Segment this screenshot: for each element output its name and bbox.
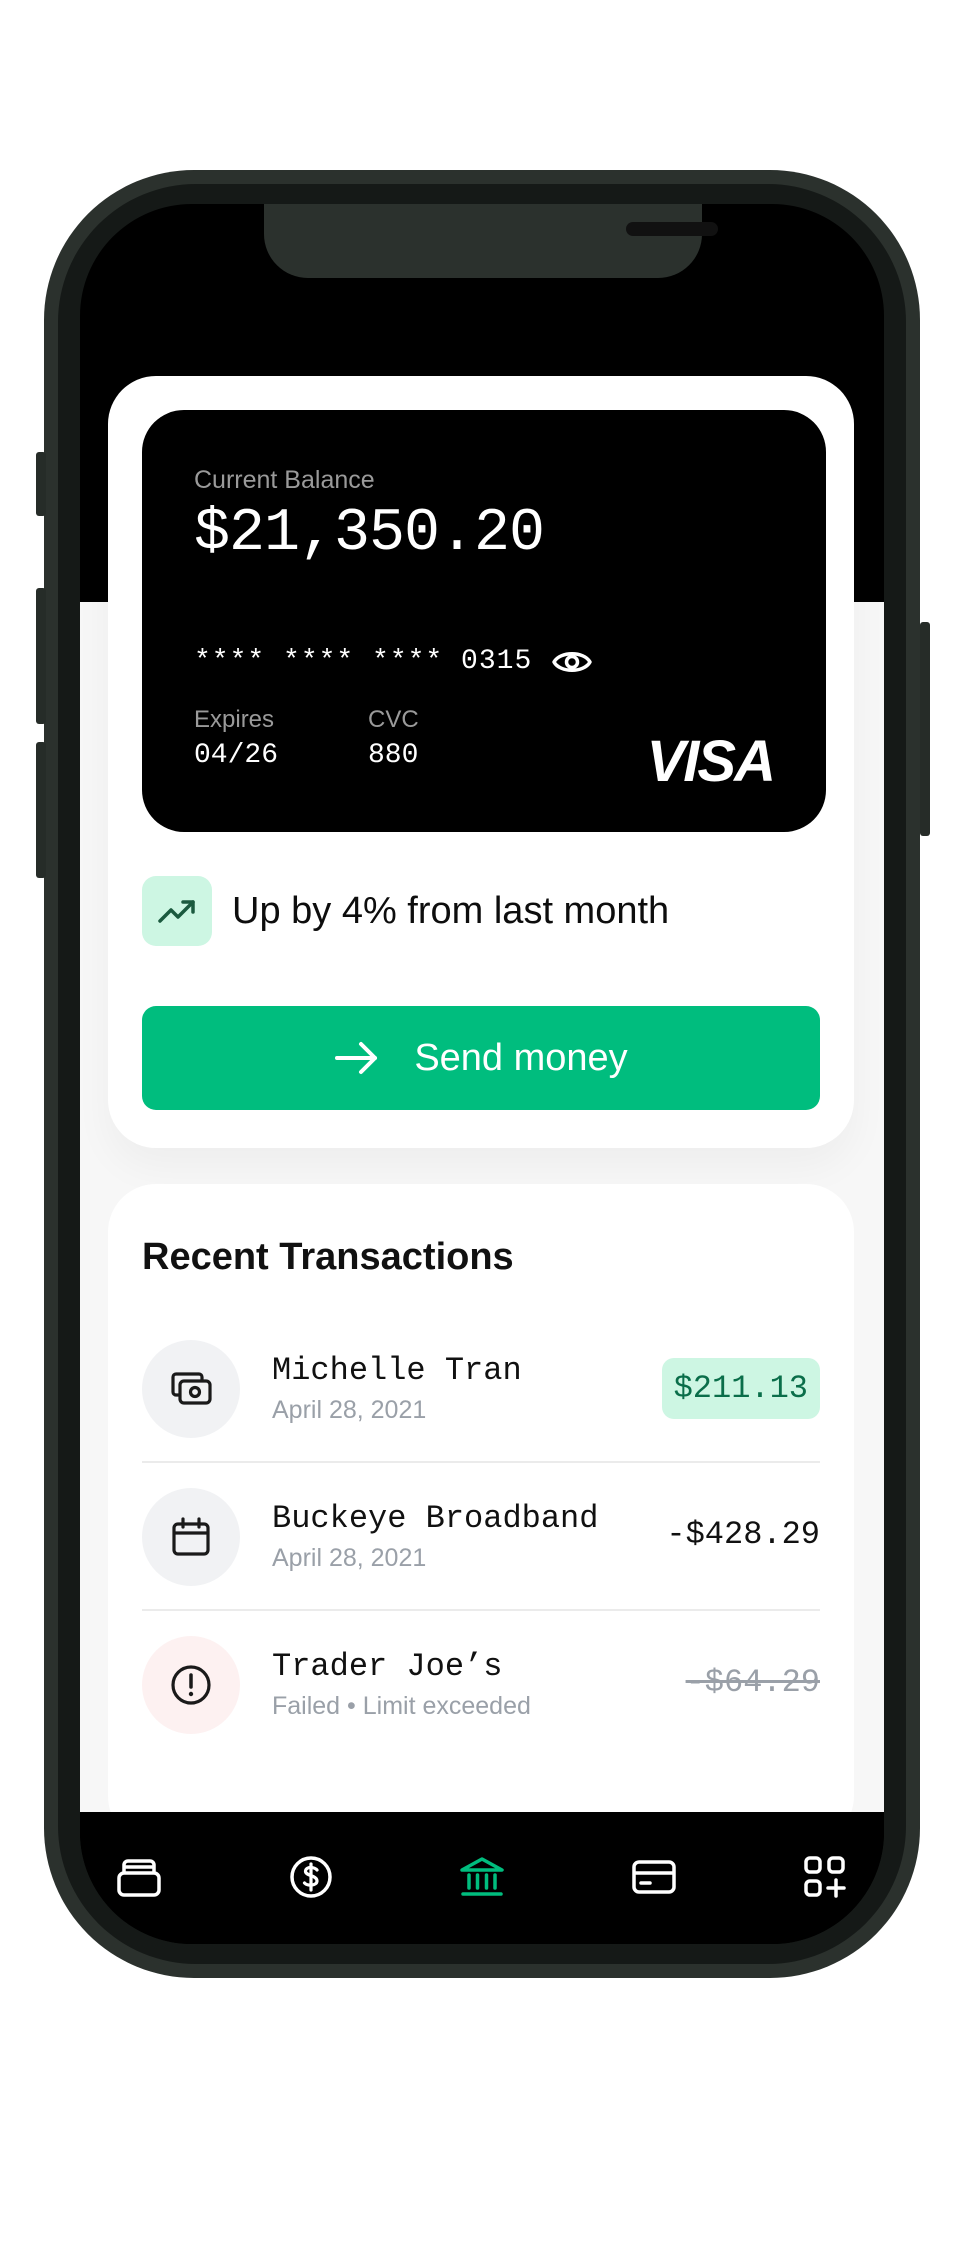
arrow-right-icon — [334, 1040, 380, 1076]
card-number: **** **** **** 0315 — [194, 646, 533, 677]
trend-text: Up by 4% from last month — [232, 890, 670, 932]
expires-value: 04/26 — [194, 740, 279, 771]
transaction-name: Trader Joe’s — [272, 1648, 503, 1685]
credit-card-icon[interactable] — [629, 1852, 679, 1902]
power-button — [920, 622, 930, 836]
transactions-panel: Recent Transactions Michelle Tran April … — [108, 1184, 854, 1844]
credit-card[interactable]: Current Balance $21,350.20 **** **** ***… — [142, 410, 826, 832]
calendar-icon — [142, 1488, 240, 1586]
apps-add-icon[interactable] — [800, 1852, 850, 1902]
transaction-status: Failed • Limit exceeded — [272, 1692, 531, 1720]
transaction-amount: -$428.29 — [666, 1516, 820, 1553]
transaction-date: April 28, 2021 — [272, 1396, 427, 1424]
speaker-grille — [626, 222, 718, 236]
notch — [264, 204, 718, 278]
transactions-title: Recent Transactions — [142, 1236, 514, 1278]
cash-icon — [142, 1340, 240, 1438]
expires-label: Expires — [194, 706, 275, 733]
balance-label: Current Balance — [194, 466, 375, 494]
cvc-value: 880 — [368, 740, 419, 771]
transaction-amount: $211.13 — [661, 1358, 820, 1419]
send-money-label: Send money — [414, 1036, 628, 1079]
bank-icon[interactable] — [457, 1852, 507, 1902]
bottom-nav — [80, 1812, 884, 1944]
transaction-row[interactable]: Buckeye Broadband April 28, 2021 -$428.2… — [142, 1464, 820, 1612]
mute-switch — [36, 452, 46, 516]
divider — [142, 1609, 820, 1611]
balance-amount: $21,350.20 — [194, 500, 545, 568]
eye-icon[interactable] — [552, 646, 592, 678]
alert-icon — [142, 1636, 240, 1734]
balance-panel: Current Balance $21,350.20 **** **** ***… — [108, 376, 854, 1148]
transaction-row[interactable]: Trader Joe’s Failed • Limit exceeded -$6… — [142, 1612, 820, 1760]
transaction-name: Buckeye Broadband — [272, 1500, 599, 1537]
transaction-row[interactable]: Michelle Tran April 28, 2021 $211.13 — [142, 1316, 820, 1464]
trending-up-icon — [142, 876, 212, 946]
volume-up-button — [36, 588, 46, 724]
volume-down-button — [36, 742, 46, 878]
transaction-date: April 28, 2021 — [272, 1544, 427, 1572]
card-brand-logo: VISA — [646, 729, 776, 794]
divider — [142, 1461, 820, 1463]
transaction-amount: -$64.29 — [685, 1664, 820, 1701]
cvc-label: CVC — [368, 706, 419, 733]
transaction-name: Michelle Tran — [272, 1352, 522, 1389]
balance-trend: Up by 4% from last month — [142, 876, 826, 948]
send-money-button[interactable]: Send money — [142, 1006, 820, 1110]
phone-screen: Current Balance $21,350.20 **** **** ***… — [80, 204, 884, 1944]
wallet-icon[interactable] — [114, 1852, 164, 1902]
dollar-icon[interactable] — [286, 1852, 336, 1902]
